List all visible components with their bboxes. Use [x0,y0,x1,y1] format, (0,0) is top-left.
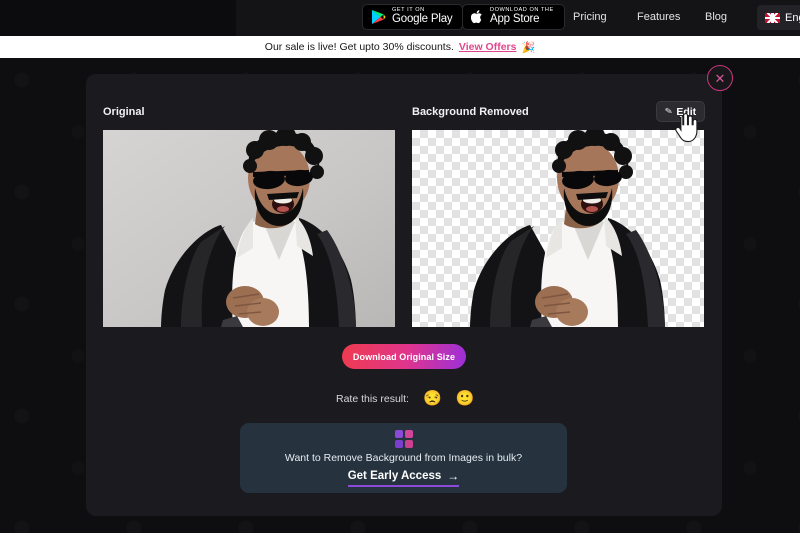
original-photo [103,130,395,327]
get-early-access-link[interactable]: Get Early Access → [347,469,460,487]
rate-unamused-emoji-button[interactable]: 😒 [423,391,442,406]
cutout-photo [470,130,665,327]
nav-link-pricing[interactable]: Pricing [573,11,607,23]
rate-label: Rate this result: [336,392,409,405]
arrow-right-icon: → [447,469,460,483]
language-selector[interactable]: English [757,5,800,30]
edit-button-label: Edit [676,105,697,118]
original-image-pane [103,130,395,327]
sale-banner: Our sale is live! Get upto 30% discounts… [0,36,800,58]
app-page: Want to Remove Background from Images GE… [0,0,800,533]
uk-flag-icon [765,12,780,23]
background-removed-panel-label: Background Removed [412,106,529,118]
rate-happy-emoji-button[interactable]: 🙂 [456,391,475,406]
app-store-badge[interactable]: Download on the App Store [462,4,565,30]
pencil-icon: ✎ [663,105,674,117]
download-original-size-button[interactable]: Download Original Size [342,344,466,369]
edit-button[interactable]: ✎ Edit [656,101,705,122]
view-offers-link[interactable]: View Offers [459,41,517,53]
bulk-promo-card: Want to Remove Background from Images in… [240,423,567,493]
sale-banner-text: Our sale is live! Get upto 30% discounts… [264,41,454,53]
app-store-big: App Store [490,12,540,25]
get-early-access-label: Get Early Access [347,470,442,482]
nav-link-features[interactable]: Features [637,11,680,23]
party-popper-icon: 🎉 [521,41,536,54]
close-icon: ✕ [714,70,726,86]
original-panel-label: Original [103,106,145,118]
google-play-icon [371,9,386,25]
rating-row: Rate this result: 😒 🙂 [336,391,474,406]
google-play-badge[interactable]: GET IT ON Google Play [362,4,464,30]
close-modal-button[interactable]: ✕ [707,65,733,91]
bulk-grid-logo-icon [394,430,413,448]
apple-icon [470,9,484,25]
download-button-label: Download Original Size [352,351,456,362]
app-store-text: Download on the App Store [490,8,554,25]
google-play-text: GET IT ON Google Play [392,8,453,25]
nav-left-spacer [0,0,236,36]
nav-link-blog[interactable]: Blog [705,11,727,23]
language-label: English [785,11,800,24]
bulk-promo-question: Want to Remove Background from Images in… [284,452,523,464]
background-removed-image-pane [412,130,704,327]
google-play-big: Google Play [392,12,453,25]
